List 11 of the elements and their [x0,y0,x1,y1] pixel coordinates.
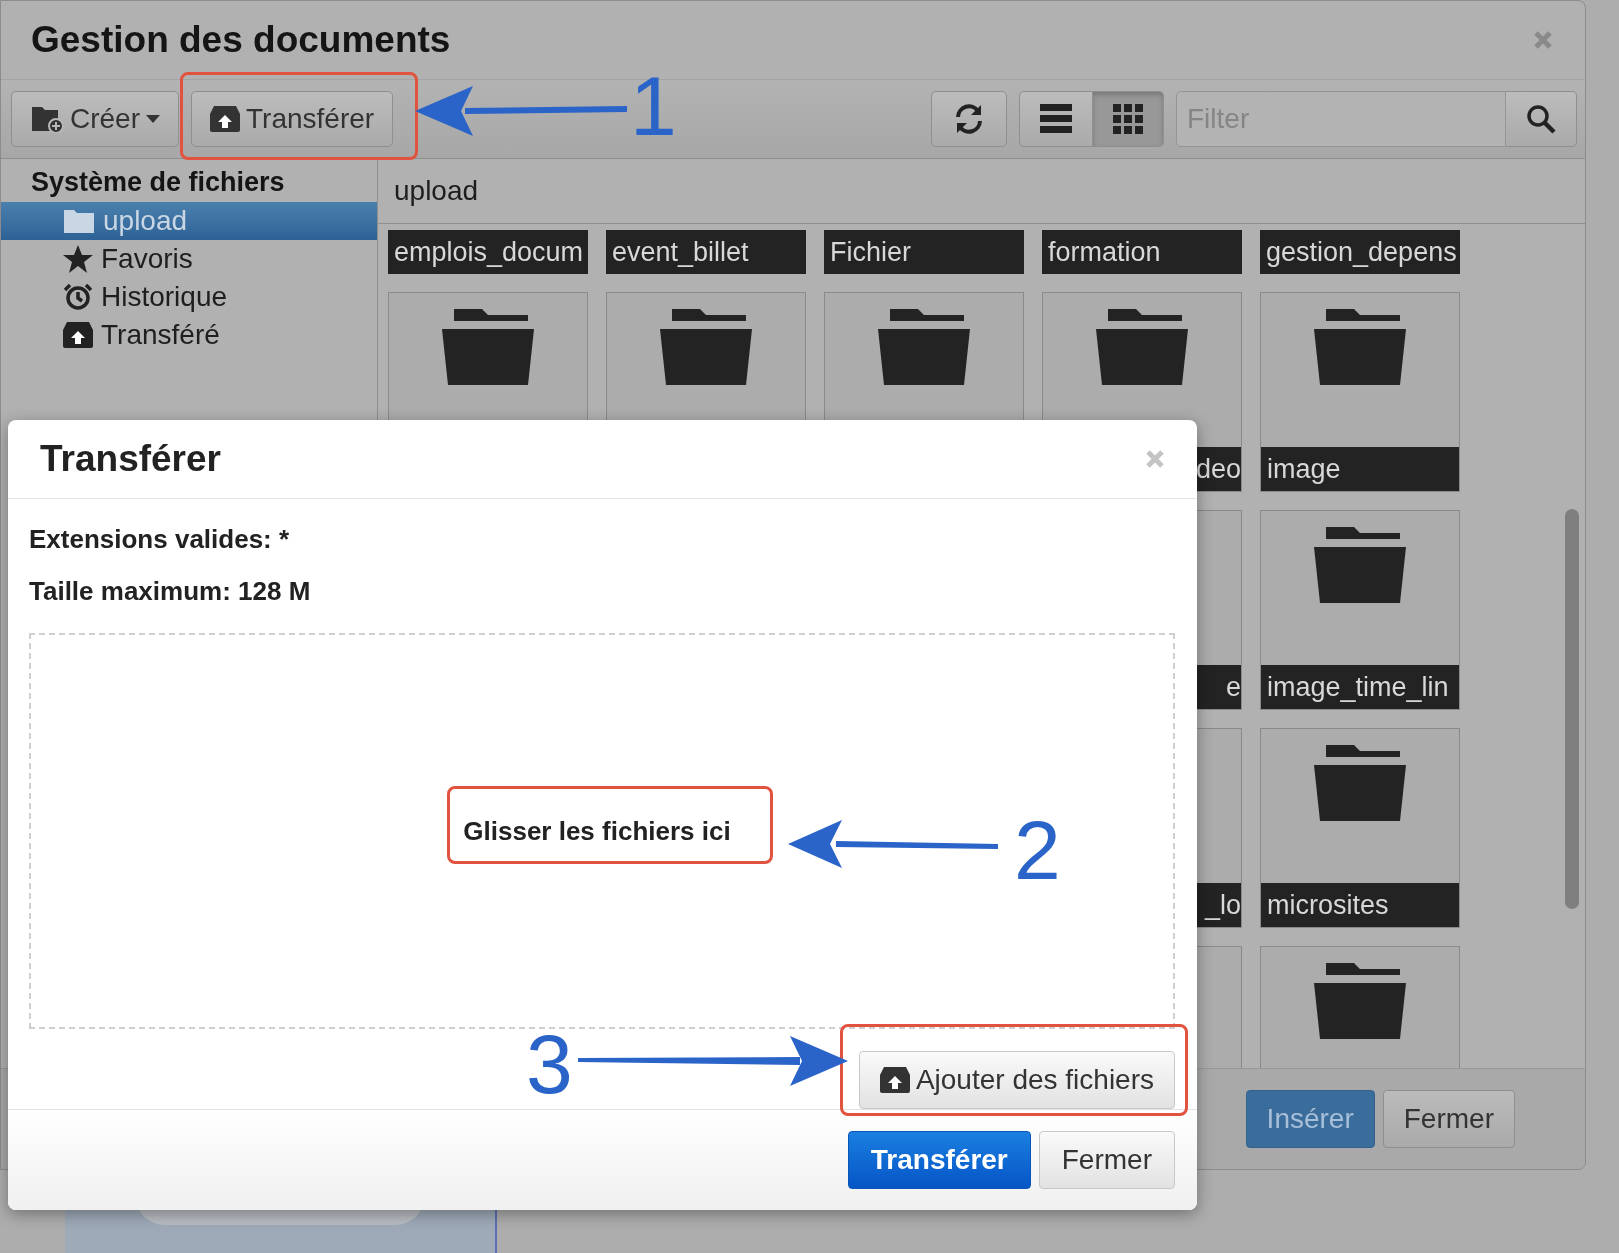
info-text: Extensions valides: * [29,523,291,556]
current-path: upload [394,175,479,207]
folder-name: microsites [1261,883,1459,927]
folder-name: image [1261,447,1459,491]
step-number: 1 [630,64,677,148]
drop-zone-text: Glisser les fichiers ici [463,815,731,847]
info-text: Taille maximum: 128 M [29,575,312,608]
sidebar-heading: Système de fichiers [30,166,286,199]
dialog-title: Transférer [40,438,221,480]
window-title: Gestion des documents [31,19,451,61]
folder-name: image_time_lin [1261,665,1459,709]
